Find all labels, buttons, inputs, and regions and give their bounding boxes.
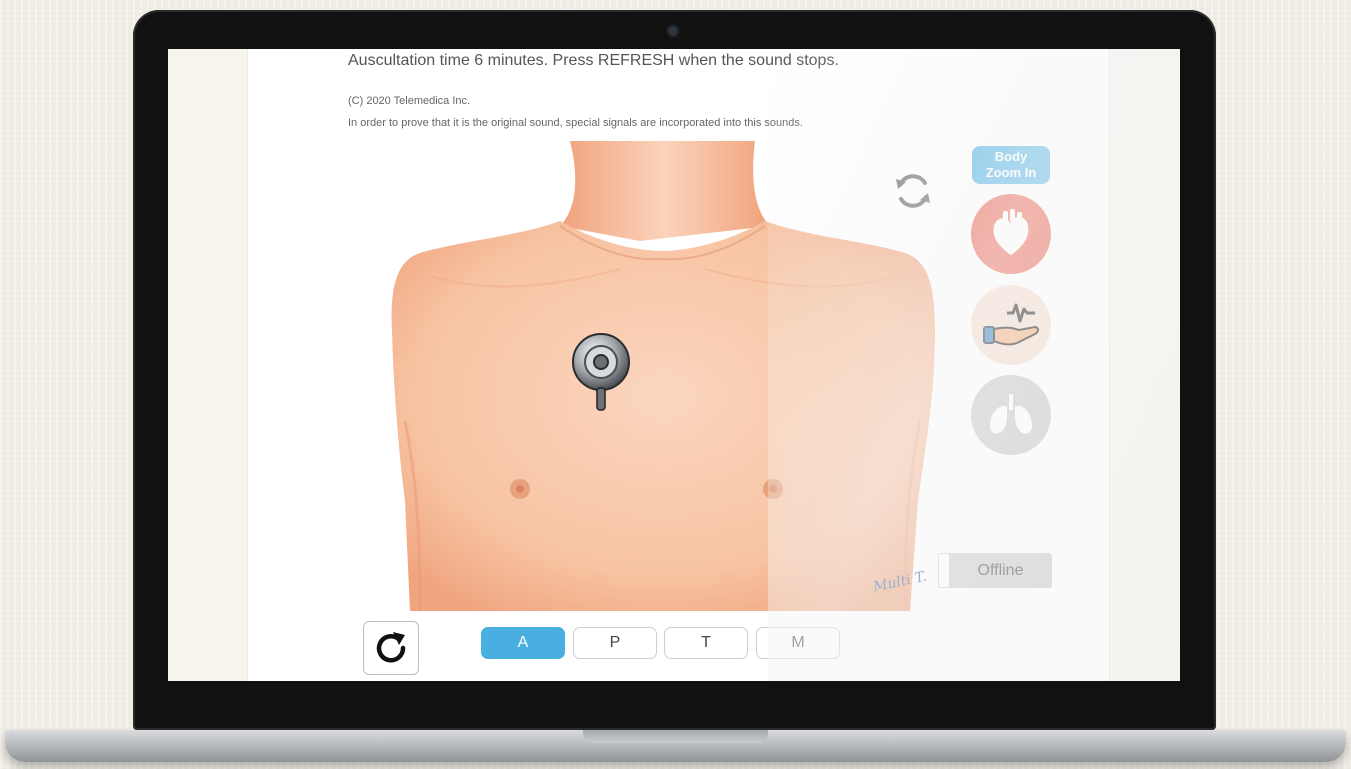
left-margin [168,49,248,681]
tab-m[interactable]: M [756,627,840,659]
offline-toggle[interactable]: Offline [938,553,1052,588]
heart-icon [993,209,1029,255]
pulse-button[interactable] [971,285,1051,365]
tab-p[interactable]: P [573,627,657,659]
refresh-icon [376,632,406,663]
lungs-icon [989,394,1033,434]
offline-label: Offline [977,561,1024,579]
stethoscope-icon[interactable] [570,332,632,412]
refresh-button[interactable] [363,621,419,675]
instruction-text: Auscultation time 6 minutes. Press REFRE… [348,52,839,69]
body-zoom-label-line1: Body [994,149,1028,164]
lung-sound-button[interactable] [971,375,1051,455]
body-zoom-label-line2: Zoom In [985,165,1037,180]
webcam [668,26,678,36]
notice-text: In order to prove that it is the origina… [348,117,803,129]
laptop-base-notch [583,730,768,743]
right-margin [1109,49,1180,681]
toggle-knob[interactable] [939,554,949,587]
body-zoom-in-button[interactable]: Body Zoom In [972,146,1050,184]
heart-sound-button[interactable] [971,194,1051,274]
chest-illustration[interactable] [390,141,940,611]
hand-pulse-icon [983,303,1039,346]
rotate-arrows-icon[interactable] [891,169,935,213]
tab-a[interactable]: A [481,627,565,659]
app-screen: Auscultation time 6 minutes. Press REFRE… [168,49,1180,681]
copyright-text: (C) 2020 Telemedica Inc. [348,95,471,107]
tab-t[interactable]: T [664,627,748,659]
